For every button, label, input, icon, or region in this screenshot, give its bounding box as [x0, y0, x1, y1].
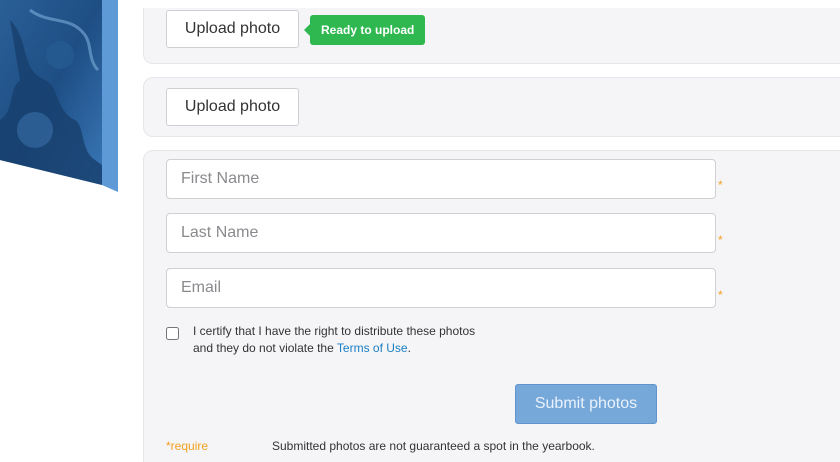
certify-text: I certify that I have the right to distr… — [193, 324, 476, 355]
terms-of-use-link[interactable]: Terms of Use — [337, 341, 408, 355]
certify-checkbox[interactable] — [166, 327, 179, 340]
upload-photo-button[interactable]: Upload photo — [166, 88, 299, 126]
certify-label: I certify that I have the right to distr… — [193, 323, 493, 357]
ready-status-badge: Ready to upload — [303, 15, 426, 45]
hero-photo-image — [0, 0, 118, 192]
required-marker: * — [718, 233, 723, 247]
required-marker: * — [718, 288, 723, 302]
last-name-field[interactable] — [166, 213, 716, 253]
certify-suffix: . — [407, 341, 411, 355]
upload-page: Upload photo Ready to upload Upload phot… — [0, 0, 840, 462]
required-note: *require — [166, 439, 209, 453]
details-form-panel: * * * I certify that I have the right to… — [143, 150, 840, 462]
required-marker: * — [718, 178, 723, 192]
disclaimer-text: Submitted photos are not guaranteed a sp… — [272, 439, 595, 453]
email-field[interactable] — [166, 268, 716, 308]
upload-photo-button[interactable]: Upload photo — [166, 10, 299, 48]
first-name-field[interactable] — [166, 159, 716, 199]
submit-photos-button[interactable]: Submit photos — [515, 384, 657, 424]
upload-panel-2: Upload photo — [143, 77, 840, 137]
upload-panel-1: Upload photo Ready to upload — [143, 8, 840, 64]
